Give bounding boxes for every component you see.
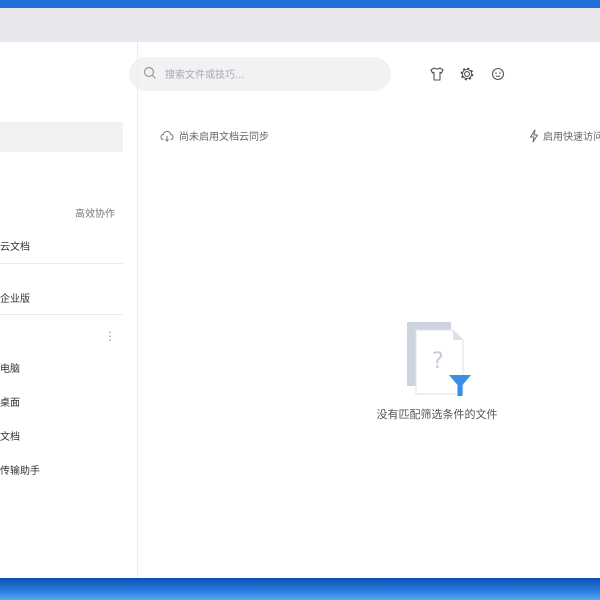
smile-icon <box>491 67 505 81</box>
desktop-background <box>0 578 600 600</box>
empty-file-filter-icon: ? <box>407 322 471 396</box>
more-options-icon[interactable]: ⋮ <box>104 329 116 343</box>
sidebar-item-documents[interactable]: 文档 <box>0 428 20 443</box>
sidebar-divider <box>0 263 123 264</box>
cloud-sync-status[interactable]: 尚未启用文档云同步 <box>160 128 269 143</box>
gear-icon <box>460 67 474 81</box>
sidebar-selected-row[interactable] <box>0 122 123 152</box>
sidebar-item-computer[interactable]: 电脑 <box>0 360 20 375</box>
cloud-sync-label: 尚未启用文档云同步 <box>179 132 269 143</box>
quick-access-toggle[interactable]: 启用快速访问 <box>528 128 600 143</box>
sidebar-item-enterprise[interactable]: 企业版 <box>0 290 30 305</box>
lightning-icon <box>530 129 538 142</box>
skin-button[interactable] <box>428 65 446 83</box>
sidebar-item-cloud-docs[interactable]: 云文档 <box>0 238 30 253</box>
sidebar-item-desktop[interactable]: 桌面 <box>0 394 20 409</box>
shirt-icon <box>430 67 444 81</box>
app-window: 高效协作 云文档 企业版 ⋮ 电脑 桌面 文档 传输助手 尚未启用文档云同步 启… <box>0 8 600 578</box>
search-input[interactable] <box>163 64 377 86</box>
search-icon <box>143 66 156 79</box>
search-box[interactable] <box>129 57 391 91</box>
svg-text:?: ? <box>432 349 444 374</box>
empty-state-message: 没有匹配筛选条件的文件 <box>376 408 498 421</box>
sidebar-item-transfer-assistant[interactable]: 传输助手 <box>0 462 40 477</box>
sidebar: 高效协作 云文档 企业版 ⋮ 电脑 桌面 文档 传输助手 <box>0 42 138 578</box>
collaboration-section-label: 高效协作 <box>75 209 115 220</box>
sidebar-divider <box>0 314 123 315</box>
cloud-sync-icon <box>160 130 174 142</box>
settings-button[interactable] <box>458 65 476 83</box>
quick-access-label: 启用快速访问 <box>543 132 600 143</box>
title-bar[interactable] <box>0 8 600 42</box>
feedback-button[interactable] <box>489 65 507 83</box>
